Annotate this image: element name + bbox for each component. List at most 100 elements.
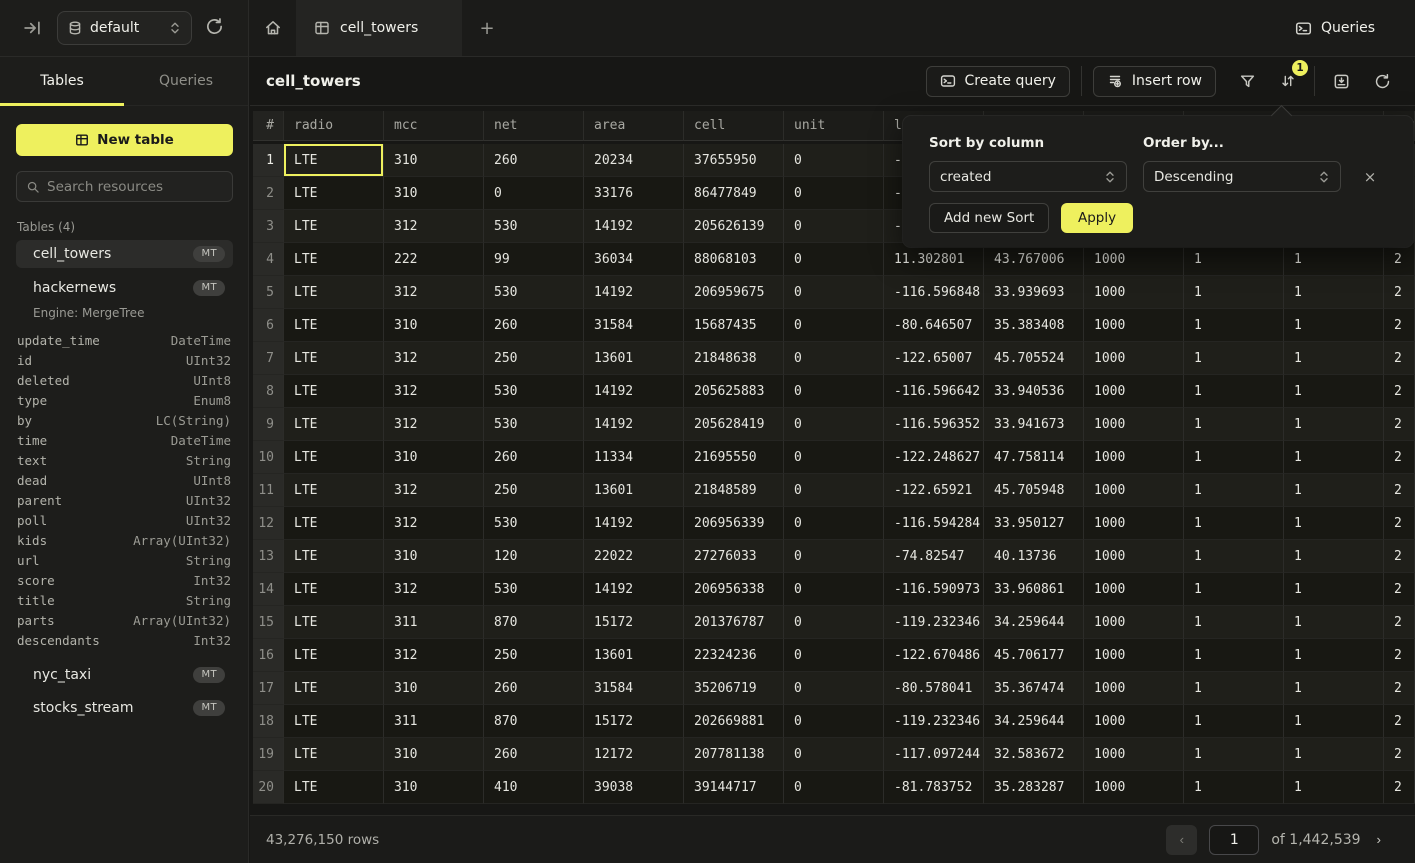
row-number[interactable]: 5 — [253, 276, 284, 309]
row-number[interactable]: 6 — [253, 309, 284, 342]
cell-net[interactable]: 530 — [484, 210, 584, 243]
cell-net[interactable]: 530 — [484, 573, 584, 606]
sort-order-select[interactable]: Descending — [1143, 161, 1341, 192]
cell-mcc[interactable]: 312 — [384, 276, 484, 309]
cell-samples[interactable]: 1 — [1184, 507, 1284, 540]
cell-range[interactable]: 1000 — [1084, 606, 1184, 639]
cell-lon[interactable]: -117.097244 — [884, 738, 984, 771]
cell-changeable[interactable]: 1 — [1284, 342, 1384, 375]
cell-changeable[interactable]: 1 — [1284, 606, 1384, 639]
row-number[interactable]: 17 — [253, 672, 284, 705]
cell-unit[interactable]: 0 — [784, 441, 884, 474]
sidebar-item-nyc-taxi[interactable]: nyc_taxi MT — [16, 661, 233, 689]
cell-samples[interactable]: 1 — [1184, 738, 1284, 771]
cell-lat[interactable]: 35.383408 — [984, 309, 1084, 342]
cell-net[interactable]: 250 — [484, 342, 584, 375]
cell-radio[interactable]: LTE — [284, 738, 384, 771]
cell-lon[interactable]: -122.670486 — [884, 639, 984, 672]
cell-changeable[interactable]: 1 — [1284, 309, 1384, 342]
cell-radio[interactable]: LTE — [284, 507, 384, 540]
cell-lat[interactable]: 45.706177 — [984, 639, 1084, 672]
row-number[interactable]: 20 — [253, 771, 284, 804]
cell-changeable[interactable]: 1 — [1284, 738, 1384, 771]
apply-sort-button[interactable]: Apply — [1061, 203, 1133, 233]
cell-mcc[interactable]: 310 — [384, 309, 484, 342]
cell-range[interactable]: 1000 — [1084, 639, 1184, 672]
cell-net[interactable]: 530 — [484, 276, 584, 309]
search-resources[interactable] — [16, 171, 233, 202]
cell-created[interactable]: 2 — [1384, 540, 1415, 573]
cell-lon[interactable]: -116.596642 — [884, 375, 984, 408]
sort-column-select[interactable]: created — [929, 161, 1127, 192]
cell-cell[interactable]: 205625883 — [684, 375, 784, 408]
cell-radio[interactable]: LTE — [284, 771, 384, 804]
cell-lon[interactable]: -122.65007 — [884, 342, 984, 375]
row-number[interactable]: 16 — [253, 639, 284, 672]
cell-radio[interactable]: LTE — [284, 441, 384, 474]
cell-created[interactable]: 2 — [1384, 408, 1415, 441]
cell-radio[interactable]: LTE — [284, 474, 384, 507]
cell-created[interactable]: 2 — [1384, 375, 1415, 408]
collapse-sidebar-icon[interactable] — [22, 18, 42, 38]
cell-radio[interactable]: LTE — [284, 276, 384, 309]
cell-area[interactable]: 39038 — [584, 771, 684, 804]
cell-samples[interactable]: 1 — [1184, 639, 1284, 672]
cell-cell[interactable]: 35206719 — [684, 672, 784, 705]
cell-unit[interactable]: 0 — [784, 144, 884, 177]
cell-radio[interactable]: LTE — [284, 243, 384, 276]
cell-range[interactable]: 1000 — [1084, 507, 1184, 540]
cell-samples[interactable]: 1 — [1184, 309, 1284, 342]
cell-lat[interactable]: 47.758114 — [984, 441, 1084, 474]
column-header-unit[interactable]: unit — [784, 111, 884, 141]
refresh-table-button[interactable] — [1367, 66, 1397, 96]
row-number[interactable]: 8 — [253, 375, 284, 408]
cell-samples[interactable]: 1 — [1184, 540, 1284, 573]
cell-area[interactable]: 20234 — [584, 144, 684, 177]
cell-changeable[interactable]: 1 — [1284, 375, 1384, 408]
cell-unit[interactable]: 0 — [784, 573, 884, 606]
cell-mcc[interactable]: 310 — [384, 177, 484, 210]
cell-radio[interactable]: LTE — [284, 309, 384, 342]
cell-area[interactable]: 12172 — [584, 738, 684, 771]
cell-unit[interactable]: 0 — [784, 672, 884, 705]
cell-lon[interactable]: -119.232346 — [884, 606, 984, 639]
cell-net[interactable]: 410 — [484, 771, 584, 804]
cell-range[interactable]: 1000 — [1084, 474, 1184, 507]
cell-area[interactable]: 14192 — [584, 375, 684, 408]
cell-samples[interactable]: 1 — [1184, 672, 1284, 705]
cell-unit[interactable]: 0 — [784, 177, 884, 210]
row-number[interactable]: 11 — [253, 474, 284, 507]
cell-samples[interactable]: 1 — [1184, 573, 1284, 606]
cell-area[interactable]: 14192 — [584, 507, 684, 540]
cell-lon[interactable]: -116.596848 — [884, 276, 984, 309]
previous-page-button[interactable]: ‹ — [1166, 825, 1197, 855]
row-number[interactable]: 13 — [253, 540, 284, 573]
cell-cell[interactable]: 207781138 — [684, 738, 784, 771]
cell-unit[interactable]: 0 — [784, 540, 884, 573]
cell-range[interactable]: 1000 — [1084, 705, 1184, 738]
cell-samples[interactable]: 1 — [1184, 408, 1284, 441]
cell-samples[interactable]: 1 — [1184, 276, 1284, 309]
cell-cell[interactable]: 22324236 — [684, 639, 784, 672]
cell-unit[interactable]: 0 — [784, 507, 884, 540]
cell-range[interactable]: 1000 — [1084, 243, 1184, 276]
cell-net[interactable]: 870 — [484, 705, 584, 738]
cell-area[interactable]: 31584 — [584, 309, 684, 342]
cell-unit[interactable]: 0 — [784, 738, 884, 771]
cell-area[interactable]: 13601 — [584, 342, 684, 375]
cell-samples[interactable]: 1 — [1184, 771, 1284, 804]
cell-area[interactable]: 14192 — [584, 276, 684, 309]
cell-cell[interactable]: 88068103 — [684, 243, 784, 276]
home-button[interactable] — [250, 0, 296, 56]
filter-button[interactable] — [1232, 66, 1262, 96]
cell-unit[interactable]: 0 — [784, 375, 884, 408]
new-tab-button[interactable]: + — [462, 0, 512, 56]
cell-range[interactable]: 1000 — [1084, 441, 1184, 474]
cell-samples[interactable]: 1 — [1184, 606, 1284, 639]
cell-mcc[interactable]: 310 — [384, 144, 484, 177]
cell-lon[interactable]: -119.232346 — [884, 705, 984, 738]
cell-lat[interactable]: 45.705948 — [984, 474, 1084, 507]
cell-mcc[interactable]: 312 — [384, 342, 484, 375]
cell-unit[interactable]: 0 — [784, 408, 884, 441]
cell-mcc[interactable]: 312 — [384, 375, 484, 408]
